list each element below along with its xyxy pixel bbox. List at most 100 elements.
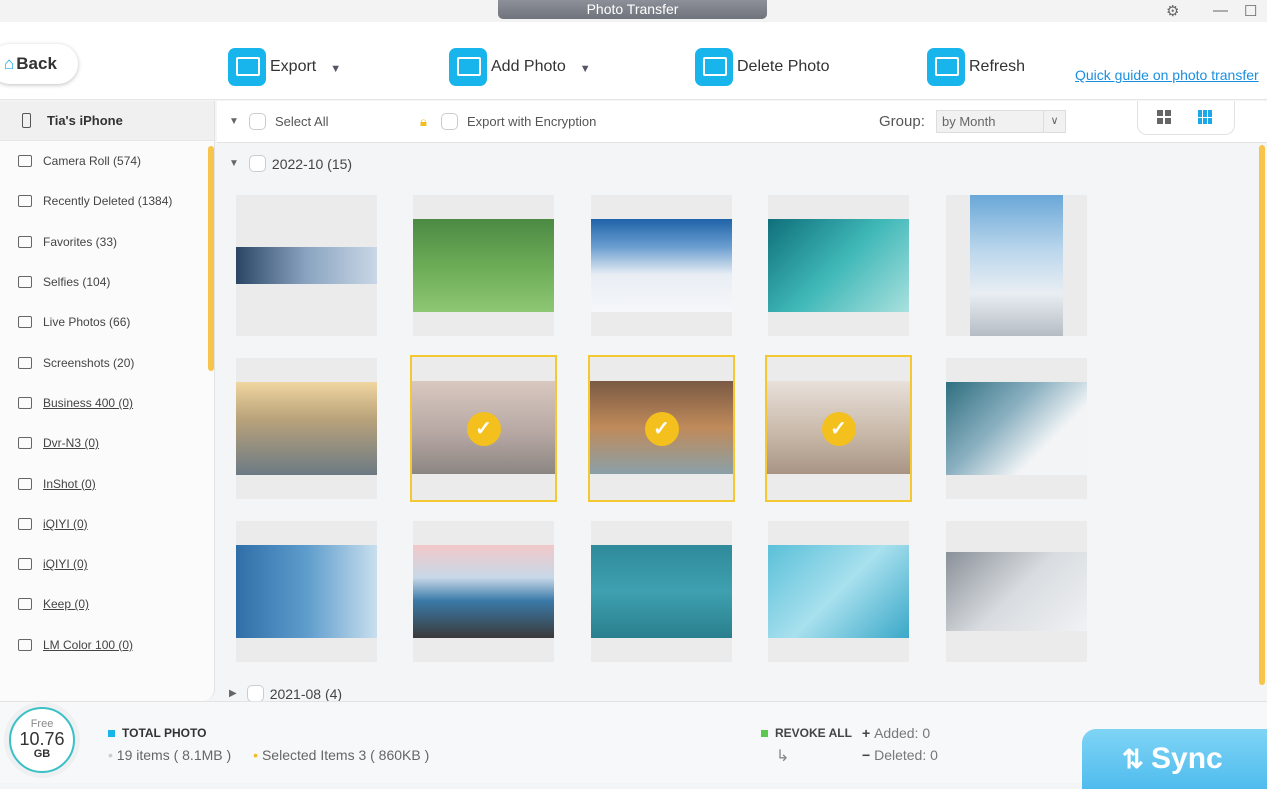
- photo-image: [236, 247, 377, 284]
- sidebar-item[interactable]: iQIYI (0): [0, 544, 214, 584]
- photo-image: [591, 544, 732, 639]
- photo-image: [413, 544, 554, 639]
- chevron-down-icon[interactable]: ▼: [330, 63, 341, 75]
- photo-thumbnail[interactable]: [236, 358, 377, 499]
- photo-scrollbar[interactable]: [1259, 145, 1265, 685]
- group-header[interactable]: ▼ 2022-10 (15): [229, 155, 352, 172]
- encryption-label: Export with Encryption: [467, 114, 597, 129]
- album-icon: [18, 437, 32, 450]
- photo-thumbnail[interactable]: [236, 521, 377, 662]
- sidebar-item[interactable]: LM Color 100 (0): [0, 625, 214, 665]
- photo-thumbnail[interactable]: [946, 358, 1087, 499]
- export-label: Export: [270, 58, 317, 75]
- sidebar-item[interactable]: InShot (0): [0, 463, 214, 503]
- live-photo-icon: [18, 316, 32, 329]
- photo-image: [413, 218, 554, 313]
- chevron-down-icon: ∨: [1043, 111, 1065, 132]
- sidebar-item[interactable]: Recently Deleted (1384): [0, 181, 214, 221]
- sidebar-item[interactable]: Favorites (33): [0, 222, 214, 262]
- sidebar-item[interactable]: Keep (0): [0, 584, 214, 624]
- photo-thumbnail[interactable]: [946, 521, 1087, 662]
- back-label: Back: [16, 54, 57, 73]
- sync-label: Sync: [1151, 742, 1223, 775]
- album-icon: [18, 558, 32, 571]
- expand-icon[interactable]: ▶: [229, 688, 237, 699]
- photo-image: [236, 544, 377, 639]
- photo-image: [768, 218, 909, 313]
- sidebar-item-label: Screenshots (20): [43, 355, 135, 370]
- photo-thumbnail[interactable]: [768, 521, 909, 662]
- selected-items: Selected Items 3 ( 860KB ): [261, 747, 430, 763]
- photo-thumbnail[interactable]: [236, 195, 377, 336]
- gear-icon[interactable]: ⚙: [1166, 2, 1179, 20]
- group-label: 2022-10 (15): [271, 155, 353, 172]
- export-icon: [228, 48, 266, 86]
- photo-thumbnail[interactable]: [591, 195, 732, 336]
- album-icon: [18, 598, 32, 611]
- portrait-icon: [18, 276, 32, 289]
- sidebar-item[interactable]: Dvr-N3 (0): [0, 423, 214, 463]
- sidebar-scrollbar[interactable]: [208, 146, 214, 371]
- phone-icon: [22, 113, 31, 128]
- group-checkbox[interactable]: [246, 685, 264, 702]
- photo-thumbnail[interactable]: [413, 521, 554, 662]
- photo-thumbnail[interactable]: ✓: [765, 355, 912, 502]
- refresh-button[interactable]: Refresh: [927, 48, 1025, 86]
- trash-icon: [18, 195, 32, 208]
- add-photo-button[interactable]: Add Photo ▼: [449, 48, 591, 86]
- sidebar-item[interactable]: Screenshots (20): [0, 342, 214, 382]
- device-name: Tia's iPhone: [47, 113, 123, 128]
- device-header[interactable]: Tia's iPhone: [0, 101, 214, 141]
- sidebar-item[interactable]: iQIYI (0): [0, 504, 214, 544]
- photo-image: [591, 218, 732, 313]
- sidebar-item-label: iQIYI (0): [43, 557, 88, 572]
- photo-thumbnail[interactable]: [768, 195, 909, 336]
- view-toggle: [1137, 101, 1235, 135]
- photo-image: [946, 552, 1087, 631]
- revoke-all-button[interactable]: REVOKE ALL: [761, 726, 852, 740]
- sync-button[interactable]: ⇅ Sync: [1082, 729, 1267, 789]
- sidebar-item[interactable]: Live Photos (66): [0, 302, 214, 342]
- photo-thumbnail[interactable]: [413, 195, 554, 336]
- revoke-arrow-icon: ↳: [776, 748, 790, 765]
- photo-image: [236, 381, 377, 476]
- sidebar: Tia's iPhone Camera Roll (574) Recently D…: [0, 101, 215, 701]
- photo-thumbnail[interactable]: ✓: [588, 355, 735, 502]
- delete-photo-button[interactable]: Delete Photo: [695, 48, 830, 86]
- free-value: 10.76: [19, 729, 65, 749]
- group-select[interactable]: by Month ∨: [936, 110, 1066, 133]
- album-icon: [18, 517, 32, 530]
- group-label: 2021-08 (4): [269, 685, 343, 702]
- collapse-all-icon[interactable]: ▼: [229, 116, 239, 127]
- sidebar-item-label: iQIYI (0): [43, 516, 88, 531]
- status-footer: Free 10.76 GB TOTAL PHOTO • 19 items ( 8…: [0, 701, 1267, 789]
- sidebar-item[interactable]: Selfies (104): [0, 262, 214, 302]
- heart-icon: [18, 235, 32, 248]
- add-photo-icon: [449, 48, 487, 86]
- sidebar-item[interactable]: Business 400 (0): [0, 383, 214, 423]
- quick-guide-link[interactable]: Quick guide on photo transfer: [1075, 67, 1259, 83]
- encryption-checkbox[interactable]: [441, 113, 458, 130]
- large-grid-icon[interactable]: [1157, 110, 1171, 124]
- expand-icon[interactable]: ▼: [229, 158, 239, 169]
- storage-gauge: Free 10.76 GB: [9, 707, 75, 773]
- photo-thumbnail[interactable]: [946, 195, 1087, 336]
- back-button[interactable]: ⌂ Back: [0, 44, 78, 84]
- sidebar-item-label: Recently Deleted (1384): [43, 194, 173, 209]
- group-checkbox[interactable]: [248, 155, 266, 172]
- refresh-icon: [927, 48, 965, 86]
- minimize-button[interactable]: —: [1213, 2, 1228, 19]
- select-all-checkbox[interactable]: [249, 113, 266, 130]
- export-button[interactable]: Export ▼: [228, 48, 341, 86]
- photo-image: [970, 195, 1063, 336]
- check-icon: ✓: [644, 411, 679, 446]
- delete-photo-icon: [695, 48, 733, 86]
- photo-image: [768, 544, 909, 639]
- chevron-down-icon[interactable]: ▼: [580, 63, 591, 75]
- photo-thumbnail[interactable]: [591, 521, 732, 662]
- maximize-button[interactable]: ☐: [1244, 2, 1257, 20]
- photo-thumbnail[interactable]: ✓: [410, 355, 557, 502]
- sidebar-item[interactable]: Camera Roll (574): [0, 141, 214, 181]
- small-grid-icon[interactable]: [1198, 110, 1212, 124]
- group-header[interactable]: ▶ 2021-08 (4): [229, 685, 342, 702]
